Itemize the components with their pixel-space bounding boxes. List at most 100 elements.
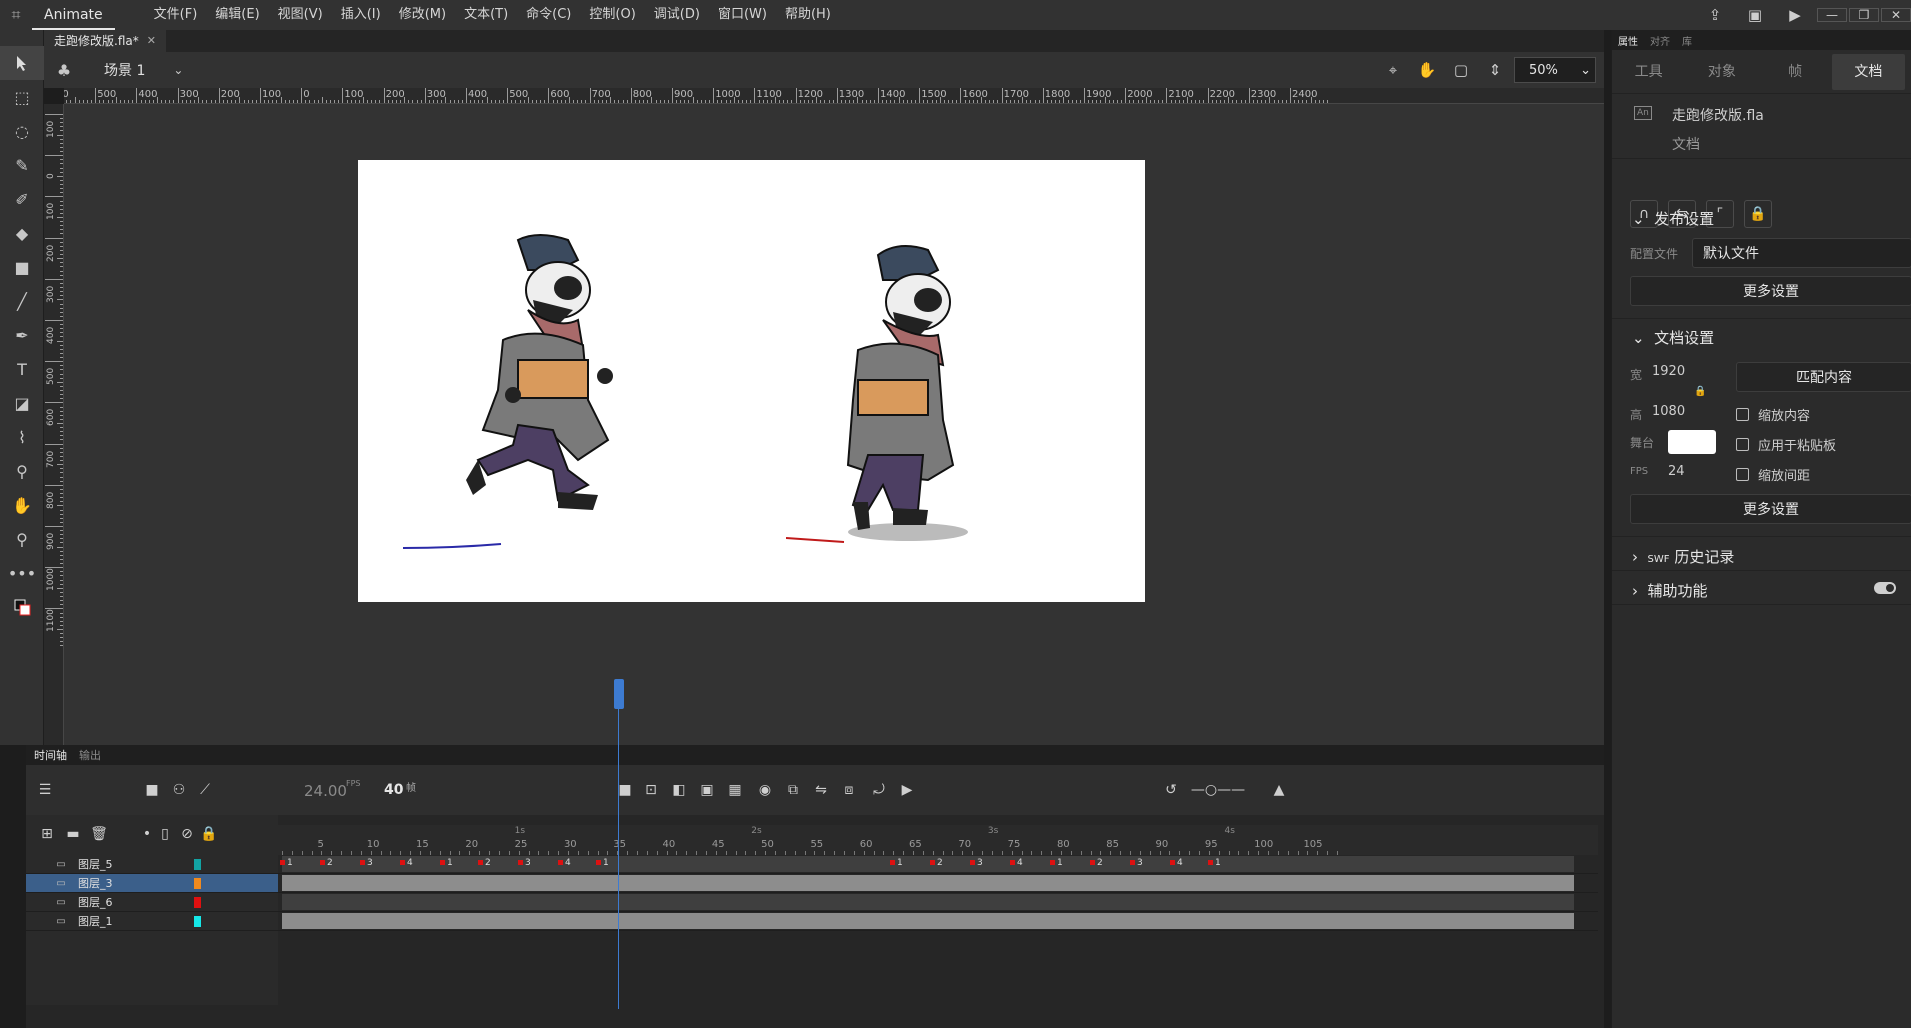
subtab-document[interactable]: 文档	[1831, 53, 1905, 90]
more-tools-icon[interactable]: •••	[0, 556, 44, 590]
brush-tool-icon[interactable]: ✎	[0, 148, 44, 182]
subtab-tool[interactable]: 工具	[1612, 54, 1685, 90]
tab-library[interactable]: 库	[1682, 33, 1692, 48]
swf-history-section[interactable]: › SWF 历史记录	[1632, 546, 1734, 567]
menu-commands[interactable]: 命令(C)	[517, 0, 580, 30]
apply-pasteboard-checkbox[interactable]	[1736, 438, 1749, 451]
layer-name[interactable]: 图层_3	[78, 875, 188, 891]
layer-name[interactable]: 图层_1	[78, 913, 188, 929]
frame-row-layer1[interactable]	[278, 912, 1598, 931]
play-icon[interactable]: ▶	[896, 779, 918, 801]
subtab-object[interactable]: 对象	[1685, 54, 1758, 90]
fps-field[interactable]: 24	[1668, 464, 1685, 479]
new-folder-icon[interactable]: ▬	[62, 823, 84, 845]
accessibility-section[interactable]: › 辅助功能	[1632, 580, 1708, 601]
zoom-select[interactable]: 50% ⌄	[1514, 57, 1596, 83]
keyframe-label[interactable]: 1	[890, 858, 903, 868]
layer-color-swatch[interactable]	[194, 878, 201, 889]
tools-panel-grip[interactable]	[0, 30, 43, 46]
keyframe-label[interactable]: 1	[1208, 858, 1221, 868]
scene-icon[interactable]: ♣	[44, 52, 84, 88]
fps-value[interactable]: 24.00	[304, 782, 347, 800]
new-layer-icon[interactable]: ⊞	[36, 823, 58, 845]
link-dimensions-icon[interactable]: 🔒	[1694, 386, 1706, 397]
profile-select[interactable]: 默认文件	[1692, 238, 1911, 268]
rotation-tool-icon[interactable]: ✋	[1412, 57, 1442, 83]
match-content-button[interactable]: 匹配内容	[1736, 362, 1911, 392]
more-settings-document-button[interactable]: 更多设置	[1630, 494, 1911, 524]
keyframe-label[interactable]: 2	[320, 858, 333, 868]
free-transform-tool-icon[interactable]: ⬚	[0, 80, 44, 114]
character-running[interactable]	[458, 230, 628, 520]
share-icon[interactable]: ⇪	[1695, 0, 1735, 30]
minimize-button[interactable]: —	[1817, 8, 1847, 22]
menu-debug[interactable]: 调试(D)	[645, 0, 709, 30]
delete-layer-icon[interactable]: 🗑	[88, 823, 110, 845]
insert-keyframe-icon[interactable]: ◧	[668, 779, 690, 801]
scale-content-checkbox[interactable]	[1736, 408, 1749, 421]
keyframe-label[interactable]: 4	[558, 858, 571, 868]
layer-name[interactable]: 图层_6	[78, 894, 188, 910]
keyframe-label[interactable]: 4	[400, 858, 413, 868]
document-settings-section[interactable]: ⌄ 文档设置	[1632, 327, 1714, 348]
menu-help[interactable]: 帮助(H)	[776, 0, 840, 30]
graph-icon[interactable]: ⟋	[194, 779, 216, 801]
layer-parenting-icon[interactable]: ⚇	[168, 779, 190, 801]
fit-timeline-icon[interactable]: ▲	[1268, 779, 1290, 801]
keyframe-label[interactable]: 1	[440, 858, 453, 868]
close-window-button[interactable]: ✕	[1881, 8, 1911, 22]
height-field[interactable]: 1080	[1652, 404, 1685, 419]
frame-span[interactable]	[282, 875, 1574, 891]
layer-color-swatch[interactable]	[194, 916, 201, 927]
center-stage-icon[interactable]: ⌖	[1378, 57, 1408, 83]
keyframe-label[interactable]: 1	[596, 858, 609, 868]
tab-align[interactable]: 对齐	[1650, 33, 1670, 48]
layer-name[interactable]: 图层_5	[78, 856, 188, 872]
menu-insert[interactable]: 插入(I)	[332, 0, 390, 30]
keyframe-label[interactable]: 1	[280, 858, 293, 868]
keyframe-label[interactable]: 4	[1010, 858, 1023, 868]
menu-file[interactable]: 文件(F)	[145, 0, 207, 30]
menu-window[interactable]: 窗口(W)	[709, 0, 776, 30]
eyedropper-tool-icon[interactable]: ⌇	[0, 420, 44, 454]
stage[interactable]	[358, 160, 1145, 602]
menu-edit[interactable]: 编辑(E)	[206, 0, 268, 30]
layer-color-swatch[interactable]	[194, 859, 201, 870]
frame-row-layer5[interactable]: 1 2 3 4 1 2 3 4 1 1 2 3 4 1 2 3 4 1	[278, 855, 1598, 874]
hand-tool-icon[interactable]: ✋	[0, 488, 44, 522]
frame-span[interactable]	[282, 913, 1574, 929]
lock-guides-icon[interactable]: 🔒	[1744, 200, 1772, 228]
layer-row[interactable]: ▭ 图层_6	[26, 893, 278, 912]
text-tool-icon[interactable]: T	[0, 352, 44, 386]
current-frame-value[interactable]: 40	[384, 782, 403, 798]
workspace-icon[interactable]: ⌗	[0, 0, 32, 30]
tab-output[interactable]: 输出	[79, 747, 101, 763]
menu-modify[interactable]: 修改(M)	[390, 0, 455, 30]
keyframe-label[interactable]: 3	[970, 858, 983, 868]
clear-keyframe-icon[interactable]: ▦	[724, 779, 746, 801]
more-settings-publish-button[interactable]: 更多设置	[1630, 276, 1911, 306]
layer-row-selected[interactable]: ▭ 图层_3	[26, 874, 278, 893]
lock-icon[interactable]: 🔒	[198, 823, 220, 845]
shape-tween-icon[interactable]: ⧈	[838, 779, 860, 801]
loop-icon[interactable]: ⤾	[868, 779, 890, 801]
visibility-icon[interactable]: ⊘	[176, 823, 198, 845]
panel-layout-icon[interactable]: ▣	[1735, 0, 1775, 30]
paint-brush-tool-icon[interactable]: ✐	[0, 182, 44, 216]
onion-skin-icon[interactable]: ◉	[754, 779, 776, 801]
layer-row[interactable]: ▭ 图层_1	[26, 912, 278, 931]
test-movie-play-icon[interactable]: ▶	[1775, 0, 1815, 30]
menu-text[interactable]: 文本(T)	[455, 0, 517, 30]
layer-color-swatch[interactable]	[194, 897, 201, 908]
width-field[interactable]: 1920	[1652, 364, 1685, 379]
stage-color-swatch[interactable]	[1668, 430, 1716, 454]
keyframe-label[interactable]: 2	[1090, 858, 1103, 868]
document-tab[interactable]: 走跑修改版.fla* ✕	[44, 30, 166, 52]
first-frame-icon[interactable]: ⊡	[640, 779, 662, 801]
keyframe-label[interactable]: 2	[478, 858, 491, 868]
paint-bucket-tool-icon[interactable]: ◪	[0, 386, 44, 420]
frame-span[interactable]	[282, 856, 1574, 872]
frame-span[interactable]	[282, 894, 1574, 910]
keyframe-label[interactable]: 4	[1170, 858, 1183, 868]
layers-icon[interactable]: ☰	[34, 779, 56, 801]
